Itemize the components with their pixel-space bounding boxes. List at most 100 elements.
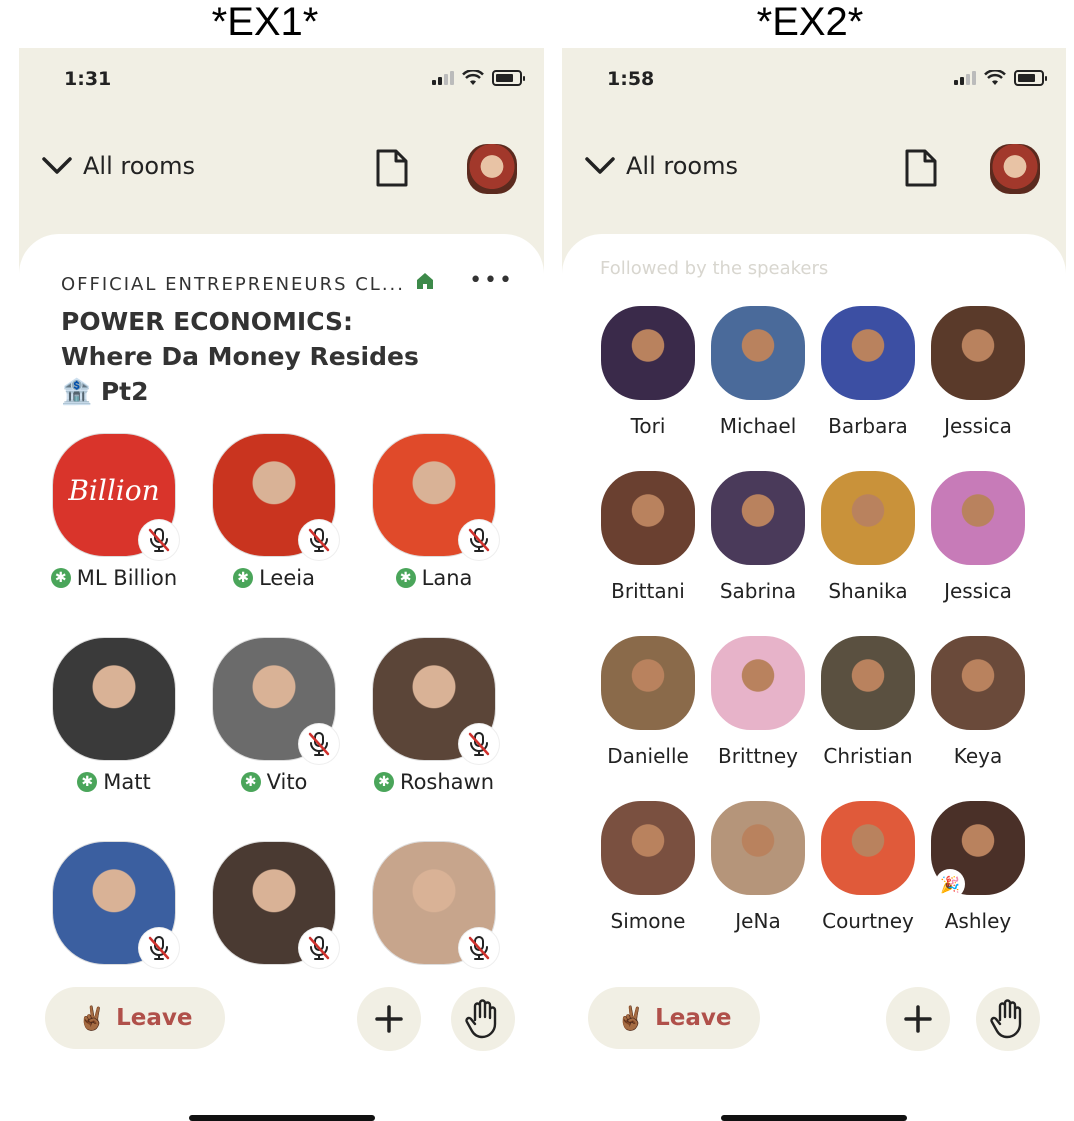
chevron-down-icon [42,157,72,174]
speaker-avatar[interactable] [373,842,499,968]
person-avatar[interactable] [821,636,915,730]
speaker-tile[interactable]: ✱ Roshawn [359,638,509,794]
followed-person[interactable]: Jessica [923,471,1033,603]
person-avatar[interactable] [931,471,1025,565]
speaker-name-text: Roshawn [399,770,495,794]
phone-screen-ex2: 1:58 All rooms Followed by the speakers … [562,48,1066,1121]
speaker-tile[interactable]: ✱ Vito [199,638,349,794]
speaker-tile[interactable] [199,842,349,968]
person-name: Tori [630,414,666,438]
followed-person[interactable]: Christian [813,636,923,768]
club-name[interactable]: OFFICIAL ENTREPRENEURS CL... [61,274,405,295]
room-title-suffix: Pt2 [100,377,149,406]
followed-person[interactable]: Tori [593,306,703,438]
home-indicator [721,1115,907,1121]
profile-avatar[interactable] [467,144,517,194]
moderator-badge-icon: ✱ [233,568,254,588]
speaker-avatar[interactable] [373,434,499,560]
followed-person[interactable]: Courtney [813,801,923,933]
person-name: Brittney [718,744,798,768]
all-rooms-label: All rooms [626,152,738,180]
person-avatar[interactable] [601,306,695,400]
all-rooms-button[interactable]: All rooms [584,152,738,180]
status-icons [432,70,525,86]
home-indicator [188,1115,375,1121]
document-icon[interactable] [904,148,938,188]
top-nav: All rooms [562,144,1066,194]
cellular-signal-icon [954,71,976,85]
person-avatar[interactable] [711,306,805,400]
room-title-line2: Where Da Money Resides [61,342,419,371]
leave-button[interactable]: ✌🏾 Leave [45,987,225,1049]
person-avatar[interactable] [931,636,1025,730]
add-button[interactable] [886,987,950,1051]
room-title: POWER ECONOMICS: Where Da Money Resides … [61,304,481,409]
followed-person[interactable]: Brittani [593,471,703,603]
speaker-avatar[interactable] [53,842,179,968]
speaker-avatar[interactable] [213,638,339,764]
person-avatar[interactable] [711,636,805,730]
room-title-line1: POWER ECONOMICS: [61,307,354,336]
raise-hand-button[interactable] [451,987,515,1051]
peace-emoji: ✌🏾 [77,1005,107,1032]
person-avatar[interactable] [601,636,695,730]
add-button[interactable] [357,987,421,1051]
speaker-name: ✱ Vito [199,770,349,794]
speaker-tile[interactable]: ✱ Lana [359,434,509,590]
speaker-avatar[interactable] [373,638,499,764]
speaker-tile[interactable]: Billion ✱ ML Billion [39,434,189,590]
speaker-name-text: ML Billion [76,566,178,590]
person-avatar[interactable]: 🎉 [931,801,1025,899]
speaker-name: ✱ Roshawn [359,770,509,794]
person-name: Sabrina [719,579,797,603]
person-avatar[interactable] [711,471,805,565]
speaker-avatar[interactable] [213,434,339,560]
profile-avatar[interactable] [990,144,1040,194]
more-options-button[interactable]: ••• [469,268,514,293]
document-icon[interactable] [375,148,409,188]
speaker-name: ✱ Leeia [199,566,349,590]
leave-button[interactable]: ✌🏾 Leave [588,987,760,1049]
followed-person[interactable]: Danielle [593,636,703,768]
raise-hand-button[interactable] [976,987,1040,1051]
person-avatar[interactable] [821,471,915,565]
followed-person[interactable]: Michael [703,306,813,438]
followed-person[interactable]: Simone [593,801,703,933]
party-popper-icon: 🎉 [935,869,965,899]
raised-hand-icon [990,999,1022,1039]
followed-person[interactable]: Barbara [813,306,923,438]
followed-person[interactable]: Keya [923,636,1033,768]
wifi-icon [984,70,1006,85]
followed-person[interactable]: Jessica [923,306,1033,438]
person-avatar[interactable] [931,306,1025,400]
plus-icon [904,1005,932,1033]
speaker-tile[interactable] [359,842,509,968]
muted-mic-icon [148,528,170,552]
status-time: 1:31 [64,68,112,90]
followed-person[interactable]: Shanika [813,471,923,603]
followed-person[interactable]: Sabrina [703,471,813,603]
speaker-avatar[interactable]: Billion [53,434,179,560]
speaker-name: ✱ ML Billion [39,566,189,590]
person-avatar[interactable] [601,471,695,565]
speaker-avatar[interactable] [213,842,339,968]
room-title-line3: 🏦 Pt2 [61,374,481,409]
followed-person[interactable]: Brittney [703,636,813,768]
battery-icon [492,70,525,86]
followed-person[interactable]: JeNa [703,801,813,933]
speaker-tile[interactable]: ✱ Matt [39,638,189,794]
example-2-label: *EX2* [756,0,864,44]
speaker-tile[interactable]: ✱ Leeia [199,434,349,590]
speaker-name: ✱ Matt [39,770,189,794]
speaker-avatar[interactable] [53,638,175,760]
speaker-tile[interactable] [39,842,189,968]
person-avatar[interactable] [711,801,805,895]
all-rooms-button[interactable]: All rooms [41,152,195,180]
person-avatar[interactable] [821,801,915,895]
followed-person[interactable]: 🎉 Ashley [923,801,1033,933]
person-name: Courtney [822,909,914,933]
person-avatar[interactable] [601,801,695,895]
muted-mic-icon [468,936,490,960]
person-avatar[interactable] [821,306,915,400]
speaker-name-text: Matt [103,770,151,794]
